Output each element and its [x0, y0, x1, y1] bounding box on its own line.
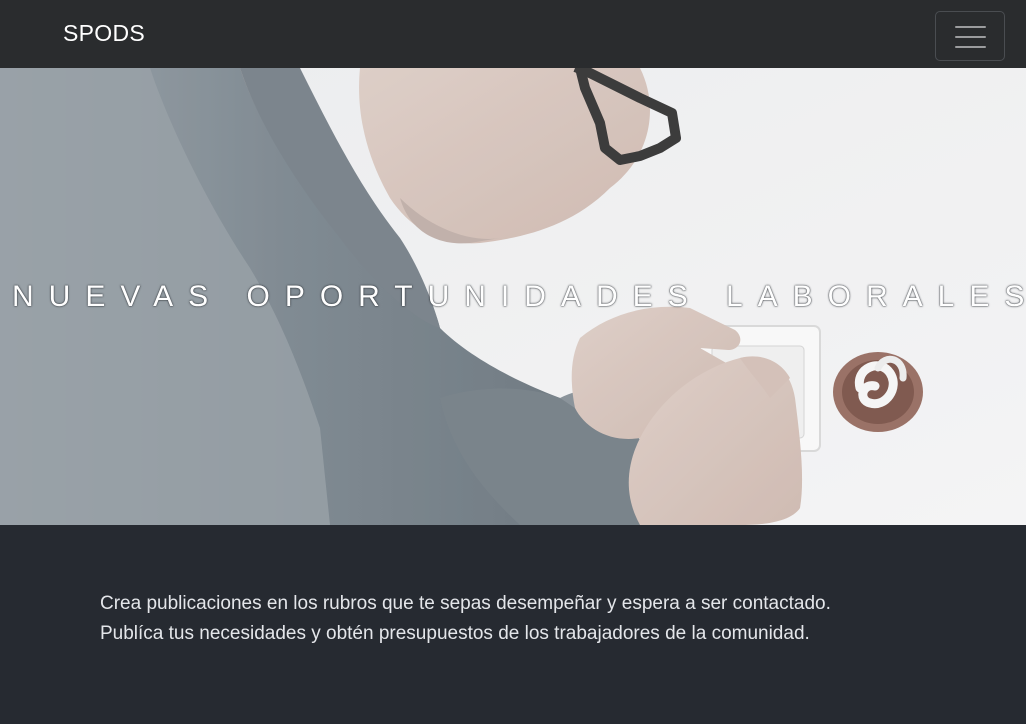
intro-section: Crea publicaciones en los rubros que te … — [0, 525, 1026, 724]
navbar-toggle-button[interactable] — [935, 11, 1005, 61]
intro-line-2: Publíca tus necesidades y obtén presupue… — [100, 623, 810, 644]
brand-link[interactable]: SPODS — [63, 20, 145, 47]
intro-line-1: Crea publicaciones en los rubros que te … — [100, 593, 831, 614]
navbar: SPODS — [0, 0, 1026, 68]
hero-banner: NUEVAS OPORTUNIDADES LABORALES — [0, 68, 1026, 525]
hero-title: NUEVAS OPORTUNIDADES LABORALES — [12, 280, 1026, 313]
